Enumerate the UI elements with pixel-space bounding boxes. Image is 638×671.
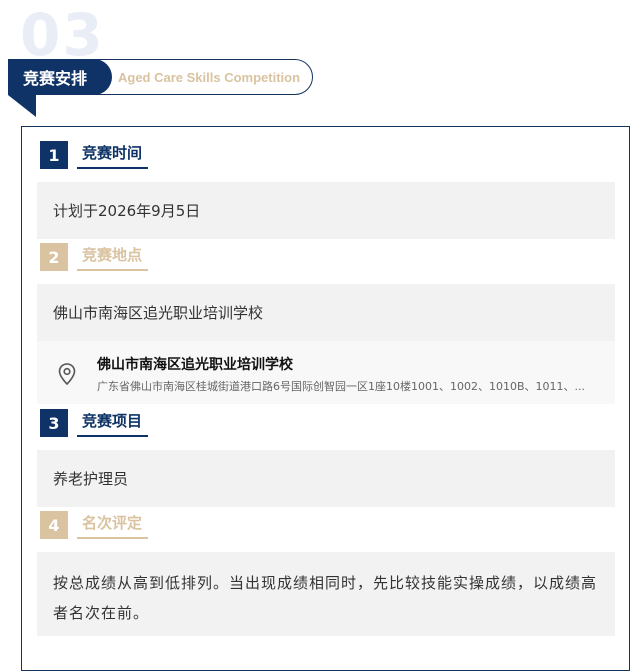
location-address: 广东省佛山市南海区桂城街道港口路6号国际创智园一区1座10楼1001、1002、… <box>97 380 586 393</box>
section-number-badge: 1 <box>40 141 68 169</box>
location-pin-icon <box>58 363 76 389</box>
header-ribbon-fold <box>8 95 36 117</box>
section-title: 名次评定 <box>77 511 149 539</box>
section-title: 竞赛地点 <box>77 243 149 271</box>
competition-event-box: 养老护理员 <box>37 450 615 507</box>
section-number-badge: 2 <box>40 243 68 271</box>
section-title: 竞赛时间 <box>77 141 149 169</box>
location-card[interactable]: 佛山市南海区追光职业培训学校 广东省佛山市南海区桂城街道港口路6号国际创智园一区… <box>37 341 615 404</box>
location-name: 佛山市南海区追光职业培训学校 <box>97 357 293 373</box>
section-number-badge: 3 <box>40 409 68 437</box>
competition-time-box: 计划于2026年9月5日 <box>37 182 615 239</box>
section-heading-venue: 2 竞赛地点 <box>40 242 149 272</box>
competition-venue-text: 佛山市南海区追光职业培训学校 <box>53 304 264 322</box>
section-heading-ranking: 4 名次评定 <box>40 510 149 540</box>
section-heading-event: 3 竞赛项目 <box>40 408 149 438</box>
competition-event-text: 养老护理员 <box>53 470 129 488</box>
section-heading-time: 1 竞赛时间 <box>40 140 149 170</box>
header-title: 竞赛安排 <box>8 59 112 95</box>
header-subtitle: Aged Care Skills Competition <box>118 69 301 85</box>
section-number-badge: 4 <box>40 511 68 539</box>
ranking-rules-text: 按总成绩从高到低排列。当出现成绩相同时，先比较技能实操成绩，以成绩高者名次在前。 <box>53 574 598 622</box>
competition-time-text: 计划于2026年9月5日 <box>53 202 201 220</box>
competition-venue-box: 佛山市南海区追光职业培训学校 <box>37 284 615 341</box>
ranking-rules-box: 按总成绩从高到低排列。当出现成绩相同时，先比较技能实操成绩，以成绩高者名次在前。 <box>37 552 615 636</box>
section-number-watermark: 03 <box>20 1 105 69</box>
section-title: 竞赛项目 <box>77 409 149 437</box>
